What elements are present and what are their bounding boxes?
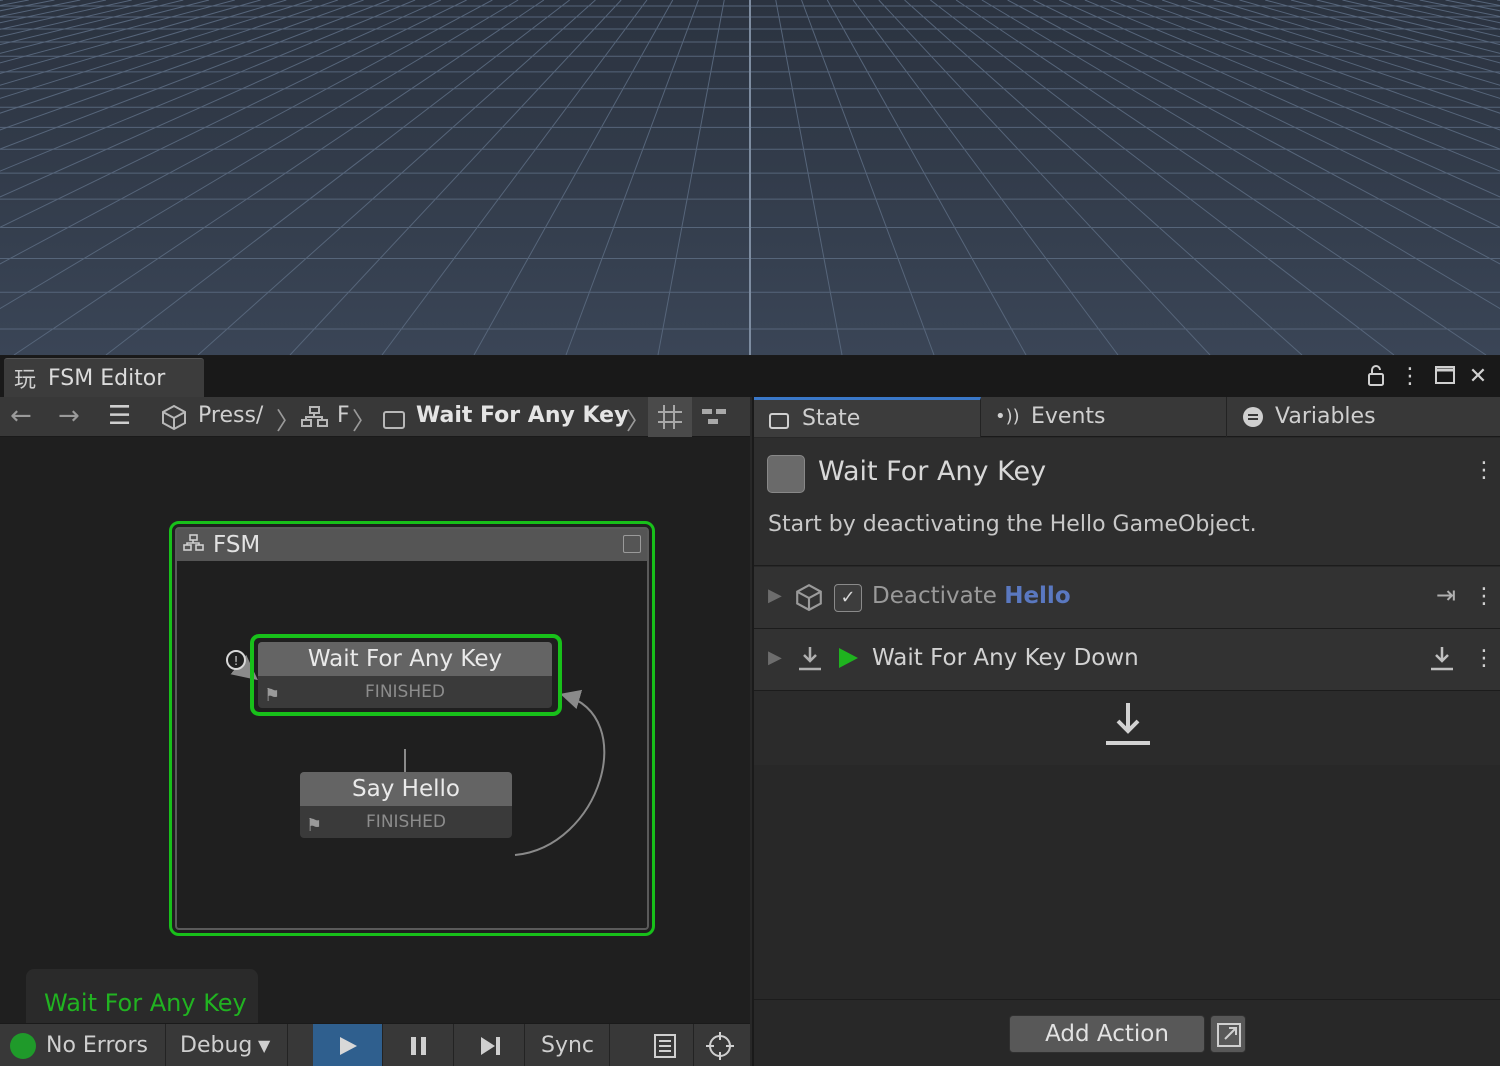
log-icon[interactable] xyxy=(636,1024,694,1066)
error-status-label: No Errors xyxy=(46,1033,148,1058)
playmaker-icon: 玩 xyxy=(14,368,37,393)
state-node-event-label: FINISHED xyxy=(365,682,445,702)
window-tab-bar: 玩 FSM Editor ⋮ ✕ xyxy=(0,356,1500,397)
target-icon[interactable] xyxy=(694,1024,750,1066)
state-node-title: Say Hello xyxy=(300,772,512,806)
step-button[interactable] xyxy=(455,1024,525,1066)
debug-statusbar: No Errors Debug ▼ Sync xyxy=(0,1023,750,1066)
breadcrumb-object[interactable]: Press/ xyxy=(198,403,270,428)
loop-transition-line xyxy=(514,689,606,856)
status-ok-icon xyxy=(10,1033,36,1059)
error-status[interactable]: No Errors xyxy=(0,1024,166,1066)
tab-state[interactable]: State xyxy=(754,397,981,437)
action-options-icon[interactable]: ⋮ xyxy=(1473,584,1495,609)
action-enabled-checkbox[interactable]: ✓ xyxy=(834,584,862,612)
graph-canvas[interactable]: FSM ! Wait For Any Key ⚑ FINISHED Say He… xyxy=(0,437,750,1023)
active-state-label: Wait For Any Key xyxy=(26,969,258,1023)
state-node-event[interactable]: ⚑ FINISHED xyxy=(300,806,512,838)
fsm-icon xyxy=(300,405,330,436)
download-icon xyxy=(796,643,824,679)
action-title-target: Hello xyxy=(1004,583,1071,609)
download-icon[interactable] xyxy=(1428,643,1456,679)
scene-viewport[interactable] xyxy=(0,0,1500,355)
transition-lines: ! xyxy=(226,650,606,856)
state-icon xyxy=(382,407,406,437)
expand-arrow-icon[interactable]: ▶ xyxy=(768,585,782,606)
grid-toggle-icon[interactable] xyxy=(648,397,692,437)
inspector-panel: State •)) Events Variables Wait For Any … xyxy=(752,397,1500,1066)
action-title-prefix: Deactivate xyxy=(872,583,997,609)
forward-arrow-icon[interactable]: → xyxy=(58,401,80,431)
state-icon xyxy=(769,413,789,429)
graph-toolbar: ← → ☰ Press/ 〉 F 〉 Wait For Any Key 〉 xyxy=(0,397,750,437)
debug-dropdown-label: Debug xyxy=(180,1033,253,1058)
add-action-button[interactable]: Add Action xyxy=(1009,1015,1205,1053)
pause-button[interactable] xyxy=(384,1024,454,1066)
state-node-event-label: FINISHED xyxy=(366,812,446,832)
breadcrumb-separator: 〉 xyxy=(352,407,376,435)
window-title: FSM Editor xyxy=(48,365,166,391)
lock-icon[interactable] xyxy=(1363,364,1389,390)
gameobject-cube-icon xyxy=(160,403,188,438)
gameobject-cube-icon xyxy=(794,582,824,618)
menu-icon[interactable]: ☰ xyxy=(108,401,131,431)
insert-action-icon xyxy=(1106,703,1150,745)
state-node-say-hello[interactable]: Say Hello ⚑ FINISHED xyxy=(300,772,512,838)
tab-events-label: Events xyxy=(1031,404,1106,429)
action-drop-area[interactable] xyxy=(754,691,1500,765)
sync-button[interactable]: Sync xyxy=(526,1024,610,1066)
action-options-icon[interactable]: ⋮ xyxy=(1473,646,1495,671)
fsm-editor-window: 玩 FSM Editor ⋮ ✕ ← → ☰ Press/ 〉 F 〉 Wait… xyxy=(0,355,1500,1066)
tab-events[interactable]: •)) Events xyxy=(981,397,1227,437)
action-title: Deactivate Hello xyxy=(872,583,1071,609)
breadcrumb-state[interactable]: Wait For Any Key xyxy=(416,403,628,428)
breadcrumb-separator: 〉 xyxy=(626,407,650,435)
tab-state-label: State xyxy=(802,406,861,431)
events-broadcast-icon: •)) xyxy=(995,406,1020,427)
back-arrow-icon[interactable]: ← xyxy=(10,401,32,431)
more-options-icon[interactable]: ⋮ xyxy=(1397,364,1423,390)
action-row[interactable]: ▶ Wait For Any Key Down ⋮ xyxy=(754,629,1500,691)
state-name-field[interactable]: Wait For Any Key xyxy=(818,456,1046,487)
action-browser-icon[interactable] xyxy=(1210,1015,1246,1053)
svg-text:!: ! xyxy=(234,654,239,668)
finish-flag-icon: ⚑ xyxy=(306,815,323,836)
tab-variables[interactable]: Variables xyxy=(1227,397,1500,437)
state-node-event[interactable]: ⚑ FINISHED xyxy=(258,676,552,708)
minimap-icon[interactable] xyxy=(700,405,728,436)
running-play-icon xyxy=(836,643,862,679)
breadcrumb-fsm[interactable]: F xyxy=(337,403,349,428)
play-button[interactable] xyxy=(313,1024,383,1066)
expand-arrow-icon[interactable]: ▶ xyxy=(768,647,782,668)
finish-flag-icon: ⚑ xyxy=(264,685,281,706)
state-node-wait-for-any-key[interactable]: Wait For Any Key ⚑ FINISHED xyxy=(258,642,552,708)
state-options-icon[interactable]: ⋮ xyxy=(1473,458,1495,483)
state-node-title: Wait For Any Key xyxy=(258,642,552,676)
editor-tab[interactable]: 玩 FSM Editor xyxy=(4,358,204,397)
state-header: Wait For Any Key ⋮ Start by deactivating… xyxy=(754,438,1500,566)
inspector-footer: Add Action xyxy=(754,999,1500,1066)
state-color-swatch[interactable] xyxy=(767,455,805,493)
tab-variables-label: Variables xyxy=(1275,404,1376,429)
action-row[interactable]: ▶ ✓ Deactivate Hello ⇥ ⋮ xyxy=(754,567,1500,629)
close-icon[interactable]: ✕ xyxy=(1465,364,1491,390)
finish-action-icon[interactable]: ⇥ xyxy=(1436,581,1456,609)
graph-panel: ← → ☰ Press/ 〉 F 〉 Wait For Any Key 〉 FS… xyxy=(0,397,750,1066)
breadcrumb-separator: 〉 xyxy=(276,407,300,435)
scene-grid xyxy=(0,0,1500,355)
debug-dropdown[interactable]: Debug ▼ xyxy=(166,1024,288,1066)
variables-icon xyxy=(1243,407,1263,427)
inspector-tabs: State •)) Events Variables xyxy=(754,397,1500,437)
maximize-icon[interactable] xyxy=(1432,364,1458,390)
action-title: Wait For Any Key Down xyxy=(872,645,1139,671)
state-description[interactable]: Start by deactivating the Hello GameObje… xyxy=(768,512,1257,537)
dropdown-arrow-icon: ▼ xyxy=(258,1036,271,1055)
